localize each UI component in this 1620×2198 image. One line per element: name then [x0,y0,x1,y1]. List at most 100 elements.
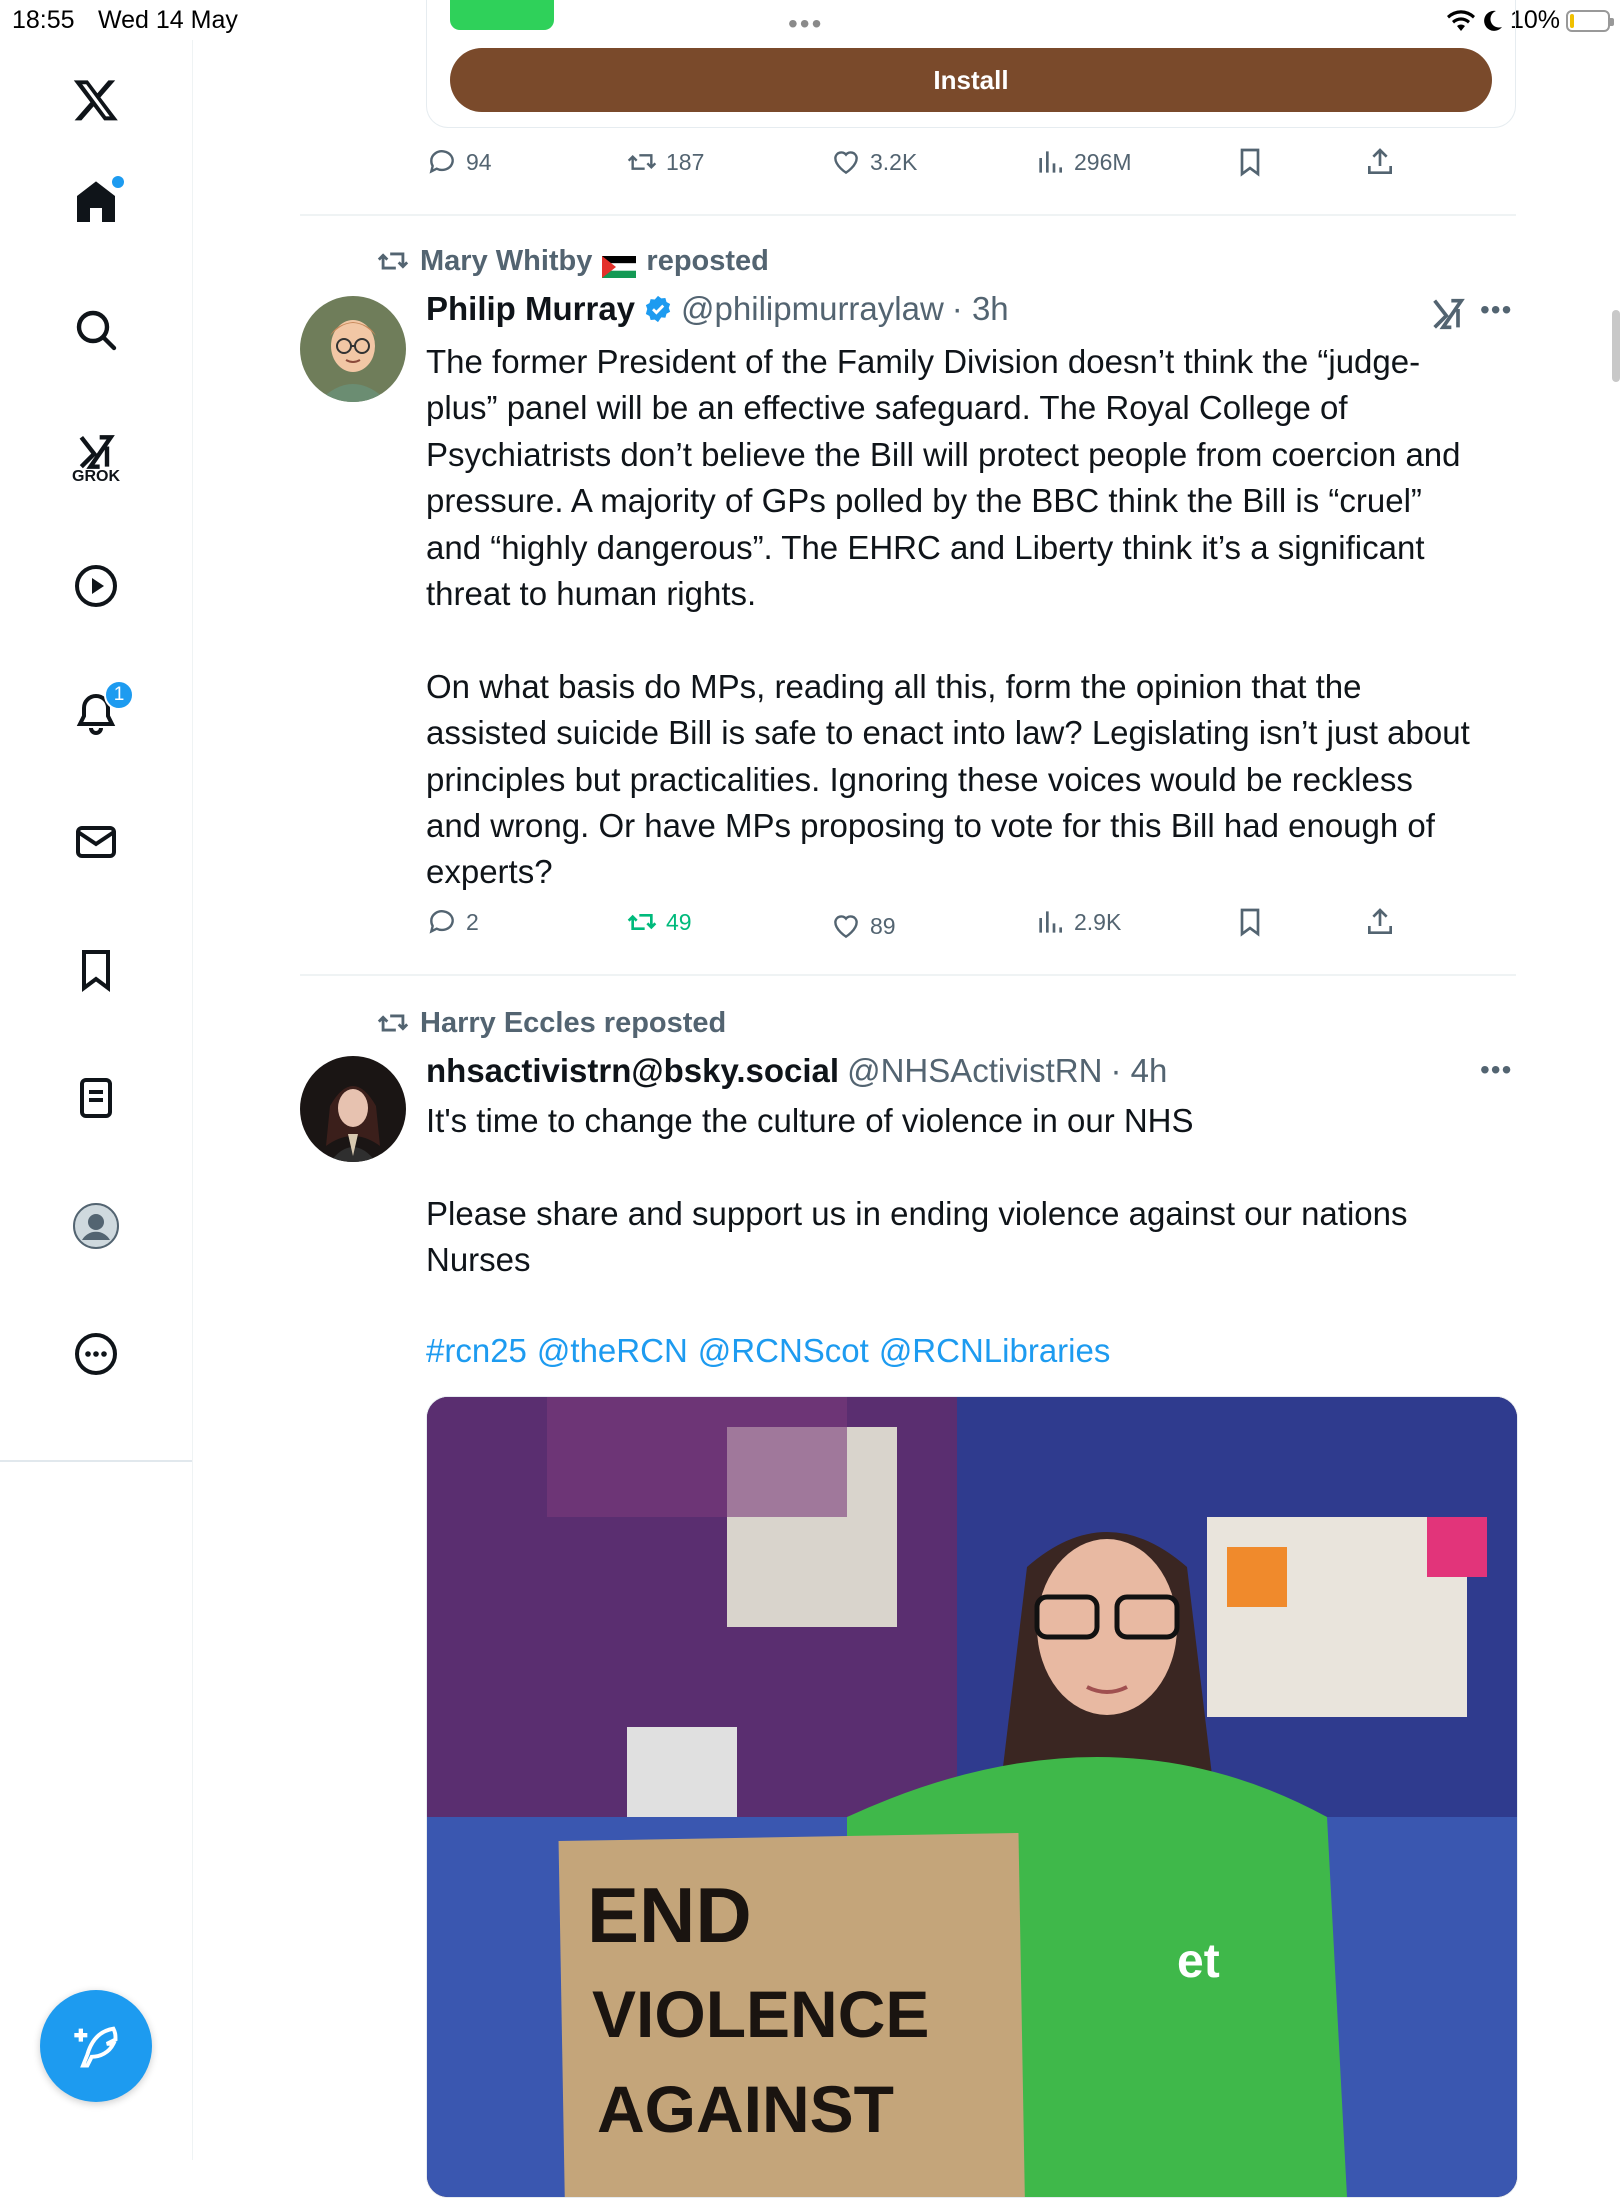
battery-icon [1566,9,1614,32]
bookmark-icon [82,950,110,992]
tweet-divider [300,974,1516,976]
sidebar-item-home[interactable] [60,166,132,238]
display-name[interactable]: nhsactivistrn@bsky.social [426,1052,839,1090]
repost-attribution[interactable]: Mary Whitby reposted [376,244,769,278]
verified-badge-icon [645,295,671,323]
reply-button[interactable]: 94 [426,146,492,178]
views-button[interactable]: 296M [1034,146,1132,178]
reposter-name: Harry Eccles reposted [420,1006,727,1039]
mention-link[interactable]: @theRCN [537,1328,688,1374]
repost-button[interactable]: 49 [626,906,692,938]
tweet-divider [300,214,1516,216]
tweet-hashtags: #rcn25 @theRCN @RCNScot @RCNLibraries [426,1328,1516,1374]
timestamp[interactable]: · 4h [1110,1052,1167,1090]
timestamp[interactable]: · 3h [952,290,1009,328]
sidebar-item-grok[interactable]: GROK [60,422,132,494]
heart-icon [834,915,858,939]
reply-icon [429,150,454,174]
user-photo-avatar-icon [300,1056,406,1162]
sidebar-item-more[interactable] [60,1318,132,1390]
repost-icon [627,154,657,170]
reply-button[interactable]: 2 [426,906,479,938]
profile-avatar-icon [73,1203,119,1249]
like-button[interactable]: 3.2K [830,146,917,178]
repost-count: 49 [666,908,692,935]
grok-label: GROK [72,468,120,485]
sidebar-item-explore[interactable] [60,294,132,366]
x-logo-icon [73,80,118,121]
sidebar-item-notifications[interactable]: 1 [60,678,134,750]
avatar[interactable] [300,296,406,402]
avatar[interactable] [300,1056,406,1162]
search-icon [76,310,117,351]
status-date: Wed 14 May [98,6,238,34]
repost-button[interactable]: 187 [626,146,704,178]
reply-count: 2 [466,908,479,935]
repost-attribution[interactable]: Harry Eccles reposted [376,1006,726,1040]
heart-icon [834,151,858,175]
more-circle-icon [75,1333,117,1375]
repost-icon [377,1014,409,1032]
display-name[interactable]: Philip Murray [426,290,635,328]
x-logo[interactable] [60,64,132,136]
views-icon [1039,151,1062,173]
sign-line-1: END [587,1871,752,1959]
tweet-text: The former President of the Family Divis… [426,343,1470,891]
reposter-name: Mary Whitby [420,244,593,277]
sidebar-item-video[interactable] [60,550,132,622]
repost-suffix: reposted [646,244,769,277]
hashtag-link[interactable]: #rcn25 [426,1328,527,1374]
like-button[interactable]: 89 [830,910,896,942]
sidebar-item-lists[interactable] [60,1062,132,1134]
sidebar-item-messages[interactable] [60,806,132,878]
views-icon [1039,911,1062,933]
handle[interactable]: @philipmurraylaw [681,290,944,328]
grok-icon[interactable] [1428,294,1468,334]
list-icon [80,1078,112,1118]
cardboard-sign: END VIOLENCE AGAINST [558,1833,1026,2197]
like-count: 3.2K [870,148,918,175]
sidebar-item-bookmarks[interactable] [60,934,132,1006]
view-count: 2.9K [1074,908,1122,935]
more-options-icon[interactable]: ••• [1480,294,1512,326]
palestine-flag-icon [602,250,637,278]
scrollbar-thumb[interactable] [1612,310,1620,382]
feather-plus-icon [74,2026,118,2068]
view-count: 296M [1074,148,1132,175]
battery-percent: 10% [1509,6,1560,34]
bookmark-button[interactable] [1234,906,1266,938]
mention-link[interactable]: @RCNLibraries [879,1328,1111,1374]
ad-page-dots: ••• [788,8,824,39]
bookmark-icon [1240,908,1260,937]
share-button[interactable] [1364,906,1396,938]
ad-app-icon [450,0,554,30]
cartoon-avatar-icon [300,296,406,402]
reply-count: 94 [466,148,492,175]
share-button[interactable] [1364,146,1396,178]
bookmark-icon [1240,148,1260,177]
home-notification-dot [112,176,124,188]
notifications-badge: 1 [104,680,134,710]
photo-nurse-with-sign: et END VIOLENCE AGAINST [427,1397,1517,2197]
svg-text:et: et [1177,1935,1220,1988]
share-icon [1368,148,1392,174]
mention-link[interactable]: @RCNScot [698,1328,869,1374]
like-count: 89 [870,912,896,939]
repost-icon [627,914,657,930]
play-circle-icon [75,565,117,607]
sign-line-3: AGAINST [597,2072,894,2146]
compose-post-button[interactable] [40,1990,152,2102]
sidebar-divider [0,1460,192,1462]
repost-icon [377,252,409,270]
tweet-header: nhsactivistrn@bsky.social @NHSActivistRN… [426,1052,1167,1090]
repost-count: 187 [666,148,705,175]
tweet-media-image[interactable]: et END VIOLENCE AGAINST [426,1396,1518,2198]
tweet-actions: 2 49 89 2.9K [426,906,1426,946]
more-options-icon[interactable]: ••• [1480,1054,1512,1086]
bookmark-button[interactable] [1234,146,1266,178]
handle[interactable]: @NHSActivistRN [847,1052,1102,1090]
views-button[interactable]: 2.9K [1034,906,1121,938]
sidebar-item-profile[interactable] [60,1190,132,1262]
tweet-text: It's time to change the culture of viole… [426,1102,1408,1279]
install-button[interactable]: Install [450,48,1492,112]
